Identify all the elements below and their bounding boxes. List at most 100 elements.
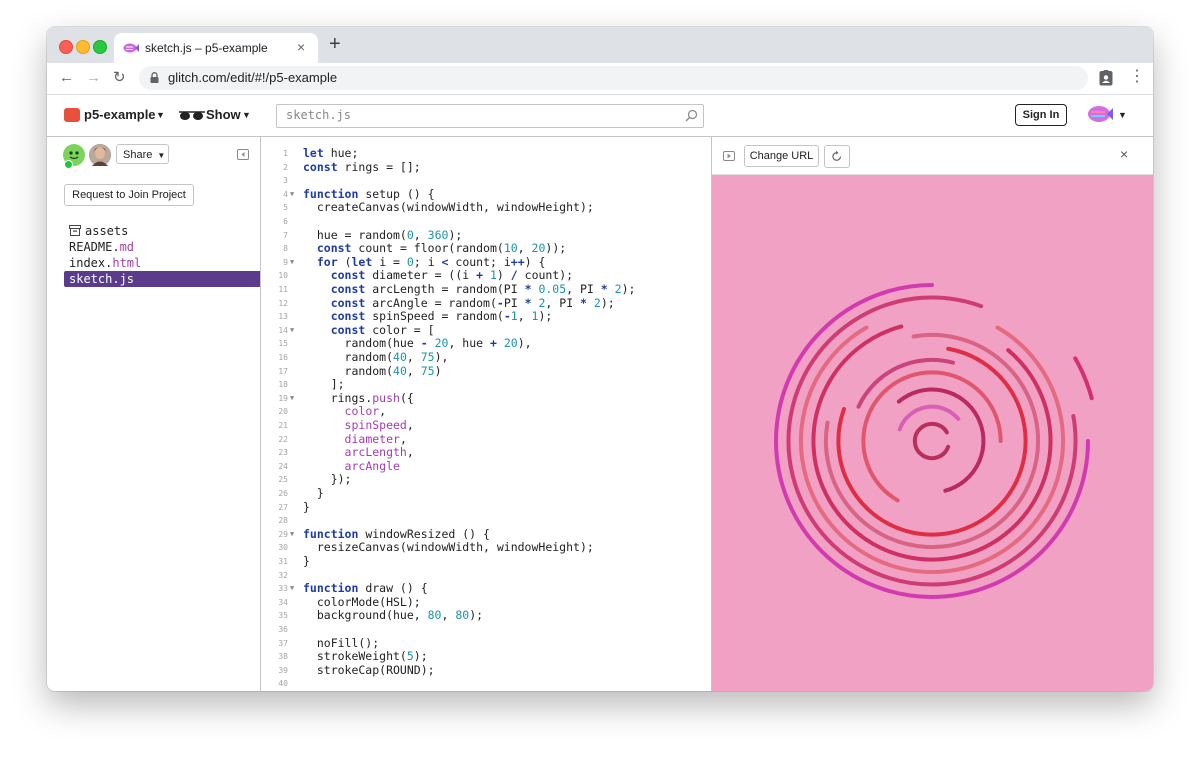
code-line[interactable]: 39 strokeCap(ROUND);: [261, 663, 711, 678]
file-readme[interactable]: README.md: [64, 239, 260, 255]
change-url-button[interactable]: Change URL: [744, 145, 819, 167]
maximize-window-button[interactable]: [93, 40, 107, 54]
code-line[interactable]: 5 createCanvas(windowWidth, windowHeight…: [261, 201, 711, 215]
code-line[interactable]: 12 const arcAngle = random(-PI * 2, PI *…: [261, 296, 711, 311]
code-line[interactable]: 4 ▼ function setup () {: [261, 187, 711, 202]
code-text: spinSpeed,: [344, 418, 414, 432]
close-window-button[interactable]: [59, 40, 73, 54]
file-sketch-active[interactable]: sketch.js: [64, 271, 260, 287]
fold-chevron-icon[interactable]: ▼: [290, 392, 294, 406]
code-line[interactable]: 38 strokeWeight(5);: [261, 649, 711, 664]
line-number: 8: [283, 244, 288, 254]
code-line[interactable]: 21 spinSpeed,: [261, 418, 711, 433]
line-number: 16: [278, 353, 288, 362]
forward-icon[interactable]: →: [86, 69, 101, 87]
chevron-down-icon[interactable]: ▼: [242, 110, 251, 120]
code-line[interactable]: 15 random(hue - 20, hue + 20),: [261, 337, 711, 351]
menu-icon[interactable]: ⋮: [1129, 68, 1145, 86]
code-line[interactable]: 32: [261, 569, 711, 583]
file-extension: html: [112, 256, 142, 270]
code-line[interactable]: 26 }: [261, 486, 711, 501]
refresh-icon: [832, 150, 842, 161]
browser-window: sketch.js – p5-example × + ← → ↻ glitch.…: [47, 27, 1153, 691]
code-line[interactable]: 11 const arcLength = random(PI * 0.05, P…: [261, 282, 711, 297]
share-label: Share: [123, 149, 153, 161]
share-button[interactable]: Share ▼: [116, 144, 169, 164]
code-line[interactable]: 10 const diameter = ((i + 1) / count);: [261, 269, 711, 283]
request-to-join-button[interactable]: Request to Join Project: [64, 184, 194, 206]
minimize-window-button[interactable]: [76, 40, 90, 54]
file-assets[interactable]: assets: [64, 223, 260, 239]
line-number: 13: [278, 312, 288, 322]
fold-chevron-icon[interactable]: ▼: [290, 582, 294, 596]
code-line[interactable]: 6: [261, 215, 711, 229]
fold-chevron-icon[interactable]: ▼: [290, 528, 294, 542]
file-search-input[interactable]: sketch.js: [276, 104, 704, 128]
reload-icon[interactable]: ↻: [113, 69, 126, 87]
back-icon[interactable]: ←: [59, 69, 74, 87]
tab-close-icon[interactable]: ×: [297, 39, 305, 55]
profile-icon[interactable]: [1099, 70, 1113, 86]
code-line[interactable]: 8 const count = floor(random(10, 20));: [261, 241, 711, 256]
code-line[interactable]: 13 const spinSpeed = random(-1, 1);: [261, 309, 711, 324]
code-line[interactable]: 24 arcAngle: [261, 458, 711, 474]
code-line[interactable]: 2 const rings = [];: [261, 159, 711, 175]
line-number: 22: [278, 434, 288, 444]
code-line[interactable]: 33 ▼ function draw () {: [261, 581, 711, 596]
code-text: });: [303, 472, 352, 487]
collapse-sidebar-icon[interactable]: [237, 149, 249, 160]
tab-sketch[interactable]: sketch.js – p5-example ×: [114, 33, 318, 63]
chevron-down-icon[interactable]: ▼: [156, 110, 165, 120]
code-text: const rings = [];: [303, 159, 421, 174]
line-number: 36: [278, 625, 288, 634]
file-name: index.: [69, 256, 113, 270]
code-line[interactable]: 14 ▼ const color = [: [261, 323, 711, 338]
line-number: 3: [283, 176, 288, 186]
ring-arc: [861, 370, 1003, 503]
glitch-logo-icon[interactable]: [1087, 103, 1113, 125]
code-line[interactable]: 34 colorMode(HSL);: [261, 595, 711, 610]
code-line[interactable]: 1 let hue;: [261, 146, 711, 161]
avatar[interactable]: [89, 144, 111, 166]
chevron-down-icon[interactable]: ▼: [1118, 110, 1127, 120]
fold-chevron-icon[interactable]: ▼: [290, 324, 294, 338]
code-line[interactable]: 35 background(hue, 80, 80);: [261, 609, 711, 623]
file-index[interactable]: index.html: [64, 255, 260, 271]
code-line[interactable]: 7 hue = random(0, 360);: [261, 228, 711, 243]
line-number: 1: [283, 149, 288, 158]
code-line[interactable]: 30 resizeCanvas(windowWidth, windowHeigh…: [261, 541, 711, 555]
code-line[interactable]: 25 });: [261, 473, 711, 487]
code-line[interactable]: 18 ];: [261, 378, 711, 392]
code-line[interactable]: 31}: [261, 554, 711, 569]
close-preview-icon[interactable]: ×: [1120, 146, 1128, 162]
code-line[interactable]: 20 color,: [261, 405, 711, 419]
code-editor[interactable]: 1 let hue; 2 const rings = []; 3 4 ▼ function s…: [261, 137, 711, 691]
code-line[interactable]: 16 random(40, 75),: [261, 350, 711, 365]
play-icon[interactable]: [723, 151, 735, 161]
code-line[interactable]: 27}: [261, 500, 711, 515]
code-line[interactable]: 28: [261, 514, 711, 528]
code-line[interactable]: 40: [261, 677, 711, 691]
code-line[interactable]: 22 diameter,: [261, 432, 711, 447]
line-number: 21: [278, 421, 288, 430]
fold-chevron-icon[interactable]: ▼: [290, 256, 294, 270]
fold-chevron-icon[interactable]: ▼: [290, 188, 294, 202]
show-button[interactable]: Show: [206, 107, 241, 122]
code-line[interactable]: 19 ▼ rings.push({: [261, 391, 711, 406]
code-text: arcAngle: [344, 458, 400, 473]
address-bar[interactable]: glitch.com/edit/#!/p5-example: [139, 66, 1088, 90]
code-line[interactable]: 17 random(40, 75): [261, 364, 711, 379]
code-line[interactable]: 36: [261, 623, 711, 637]
refresh-preview-button[interactable]: [824, 145, 850, 168]
line-number: 10: [278, 271, 288, 281]
line-number: 11: [278, 285, 288, 294]
sign-in-button[interactable]: Sign In: [1015, 104, 1067, 126]
new-tab-button[interactable]: +: [329, 33, 341, 55]
code-line[interactable]: 29 ▼ function windowResized () {: [261, 527, 711, 542]
archive-icon: [69, 225, 81, 236]
code-line[interactable]: 9 ▼ for (let i = 0; i < count; i++) {: [261, 255, 711, 270]
code-line[interactable]: 23 arcLength,: [261, 445, 711, 460]
code-line[interactable]: 3: [261, 174, 711, 188]
project-name[interactable]: p5-example: [84, 107, 156, 122]
code-line[interactable]: 37 noFill();: [261, 636, 711, 651]
